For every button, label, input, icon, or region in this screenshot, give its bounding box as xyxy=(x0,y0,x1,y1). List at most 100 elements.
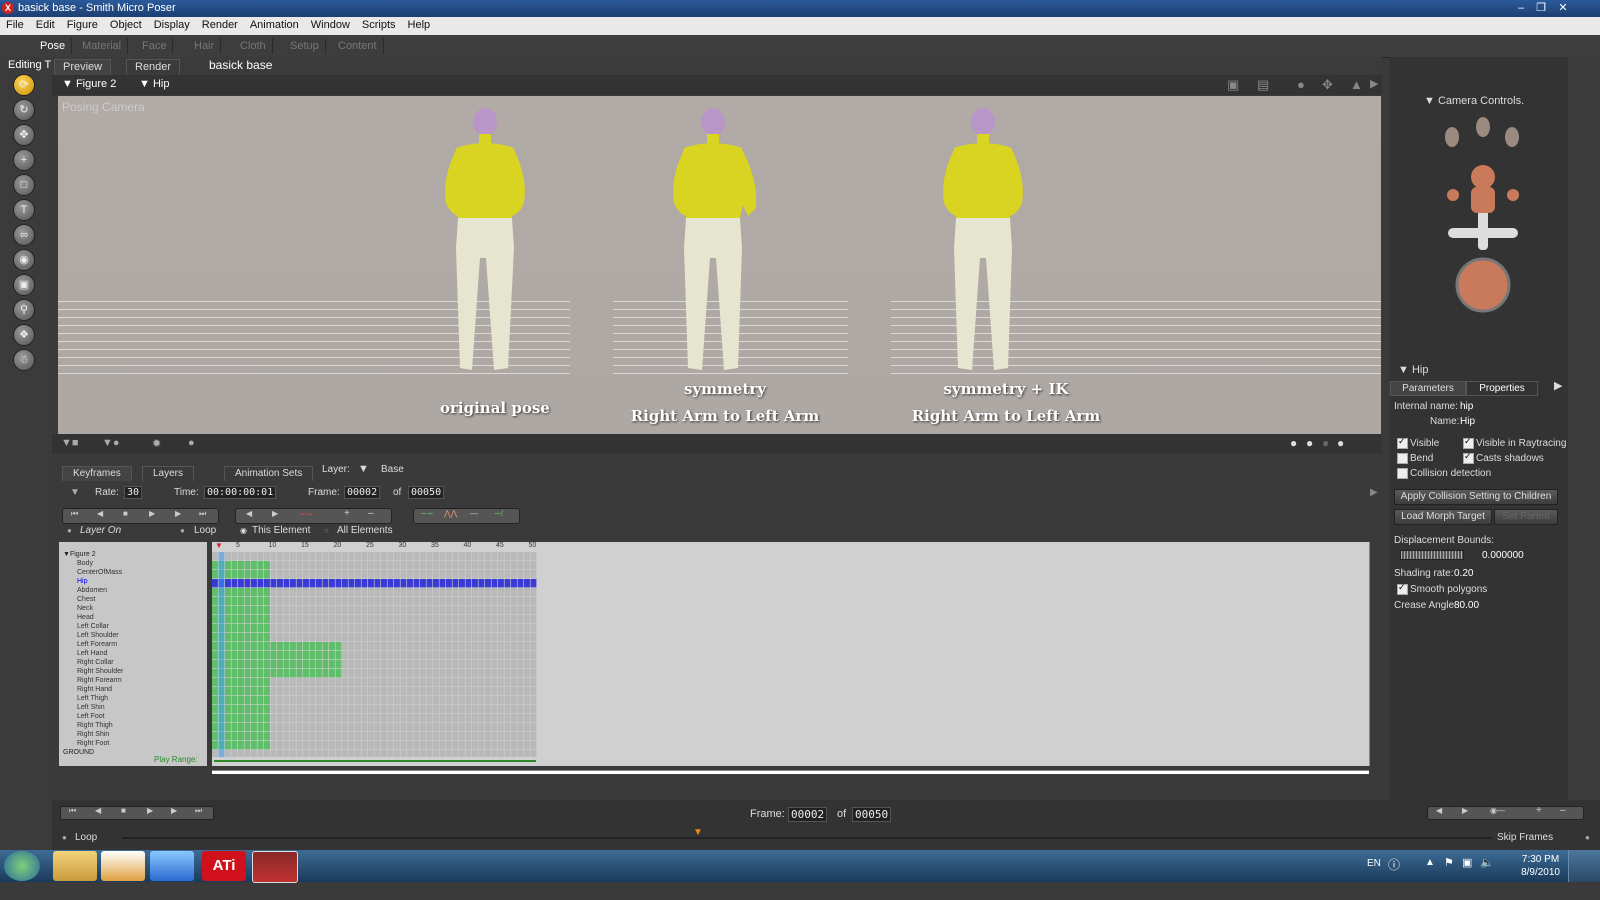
keyframe-cell[interactable] xyxy=(283,579,290,588)
keyframe-cell[interactable] xyxy=(238,642,244,651)
keyframe-cell[interactable] xyxy=(225,741,231,750)
keyframe-cell[interactable] xyxy=(225,714,231,723)
keyframe-cell[interactable] xyxy=(517,588,524,597)
keyframe-cell[interactable] xyxy=(264,561,270,570)
keyframe-cell[interactable] xyxy=(452,633,459,642)
keyframe-cell[interactable] xyxy=(394,570,400,579)
light-dot-4-icon[interactable]: ● xyxy=(1337,436,1344,450)
keyframe-cell[interactable] xyxy=(387,606,394,615)
keyframe-cell[interactable] xyxy=(264,651,270,660)
keyframe-cell[interactable] xyxy=(231,579,238,588)
keyframe-cell[interactable] xyxy=(303,642,309,651)
skip-frames-radio[interactable]: ● xyxy=(1585,833,1590,842)
keyframe-cell[interactable] xyxy=(374,750,381,757)
keyframe-cell[interactable] xyxy=(426,696,433,705)
keyframe-cell[interactable] xyxy=(452,741,459,750)
keyframe-cell[interactable] xyxy=(368,615,374,624)
keyframe-cell[interactable] xyxy=(465,660,472,669)
keyframe-cell[interactable] xyxy=(329,642,335,651)
keyframe-cell[interactable] xyxy=(381,750,387,757)
keyframe-cell[interactable] xyxy=(524,588,530,597)
keyframe-cell[interactable] xyxy=(426,705,433,714)
keyframe-cell[interactable] xyxy=(439,588,446,597)
keyframe-cell[interactable] xyxy=(283,615,290,624)
tab-render[interactable]: Render xyxy=(126,59,181,75)
keyframe-cell[interactable] xyxy=(309,714,316,723)
keyframe-cell[interactable] xyxy=(452,561,459,570)
keyframe-cell[interactable] xyxy=(251,606,257,615)
keyframe-cell[interactable] xyxy=(238,597,244,606)
timeline-slider[interactable] xyxy=(122,837,1492,839)
keyframe-cell[interactable] xyxy=(283,741,290,750)
keyframe-cell[interactable] xyxy=(485,750,491,757)
keyframe-cell[interactable] xyxy=(368,606,374,615)
keyframe-cell[interactable] xyxy=(322,669,329,678)
keyframe-cell[interactable] xyxy=(407,651,413,660)
keyframe-cell[interactable] xyxy=(270,642,277,651)
keyframe-cell[interactable] xyxy=(439,741,446,750)
keyframe-cell[interactable] xyxy=(303,678,309,687)
keyframe-cell[interactable] xyxy=(387,597,394,606)
keyframe-cell[interactable] xyxy=(244,579,251,588)
keyframe-cell[interactable] xyxy=(446,606,452,615)
keyframe-cell[interactable] xyxy=(530,696,537,705)
keyframe-cell[interactable] xyxy=(303,588,309,597)
keyframe-cell[interactable] xyxy=(290,705,296,714)
keyframe-cell[interactable] xyxy=(335,651,342,660)
keyframe-cell[interactable] xyxy=(439,750,446,757)
keyframe-cell[interactable] xyxy=(244,552,251,561)
keyframe-cell[interactable] xyxy=(329,696,335,705)
twist-tool-icon[interactable]: ↻ xyxy=(13,99,35,121)
move-view-icon[interactable]: ✥ xyxy=(1322,77,1333,93)
keyframe-cell[interactable] xyxy=(303,615,309,624)
keyframe-cell[interactable] xyxy=(459,561,465,570)
keyframe-cell[interactable] xyxy=(329,678,335,687)
keyframe-cell[interactable] xyxy=(452,723,459,732)
keyframe-cell[interactable] xyxy=(517,579,524,588)
delete-keyframe-icon[interactable]: – xyxy=(1560,805,1566,816)
keyframe-cell[interactable] xyxy=(361,570,368,579)
keyframe-cell[interactable] xyxy=(290,570,296,579)
keyframe-cell[interactable] xyxy=(381,552,387,561)
start-orb-icon[interactable] xyxy=(4,851,40,881)
keyframe-cell[interactable] xyxy=(511,705,517,714)
keyframe-cell[interactable] xyxy=(413,714,420,723)
ati-catalyst-icon[interactable]: ATi xyxy=(202,851,246,881)
timeline-thumb-icon[interactable]: ▼ xyxy=(693,827,703,838)
keyframe-cell[interactable] xyxy=(231,660,238,669)
keyframe-cell[interactable] xyxy=(238,579,244,588)
displacement-value[interactable]: 0.000000 xyxy=(1482,550,1524,561)
keyframe-cell[interactable] xyxy=(296,705,303,714)
keyframe-cell[interactable] xyxy=(394,723,400,732)
layer-value[interactable]: Base xyxy=(381,464,404,475)
keyframe-cell[interactable] xyxy=(251,705,257,714)
restore-icon[interactable]: ❐ xyxy=(1532,1,1550,15)
keyframe-cell[interactable] xyxy=(348,606,355,615)
keyframe-cell[interactable] xyxy=(277,651,283,660)
keyframe-cell[interactable] xyxy=(491,561,498,570)
keyframe-cell[interactable] xyxy=(368,705,374,714)
keyframe-cell[interactable] xyxy=(420,642,426,651)
keyframe-cell[interactable] xyxy=(446,579,452,588)
keyframe-cell[interactable] xyxy=(413,633,420,642)
keyframe-cell[interactable] xyxy=(290,732,296,741)
keyframe-cell[interactable] xyxy=(355,606,361,615)
keyframe-cell[interactable] xyxy=(309,750,316,757)
tree-item[interactable]: Right Forearm xyxy=(77,676,122,685)
panel-menu-arrow-icon[interactable]: ▶ xyxy=(1554,379,1562,392)
keyframe-cell[interactable] xyxy=(465,714,472,723)
keyframe-cell[interactable] xyxy=(238,669,244,678)
keyframe-cell[interactable] xyxy=(530,624,537,633)
keyframe-cell[interactable] xyxy=(426,687,433,696)
keyframe-cell[interactable] xyxy=(485,696,491,705)
keyframe-cell[interactable] xyxy=(524,624,530,633)
keyframe-cell[interactable] xyxy=(504,606,511,615)
keyframe-cell[interactable] xyxy=(361,597,368,606)
keyframe-cell[interactable] xyxy=(491,660,498,669)
keyframe-cell[interactable] xyxy=(459,570,465,579)
keyframe-cell[interactable] xyxy=(231,687,238,696)
keyframe-cell[interactable] xyxy=(394,678,400,687)
menu-edit[interactable]: Edit xyxy=(30,17,61,33)
keyframe-cell[interactable] xyxy=(465,669,472,678)
keyframe-cell[interactable] xyxy=(452,750,459,757)
